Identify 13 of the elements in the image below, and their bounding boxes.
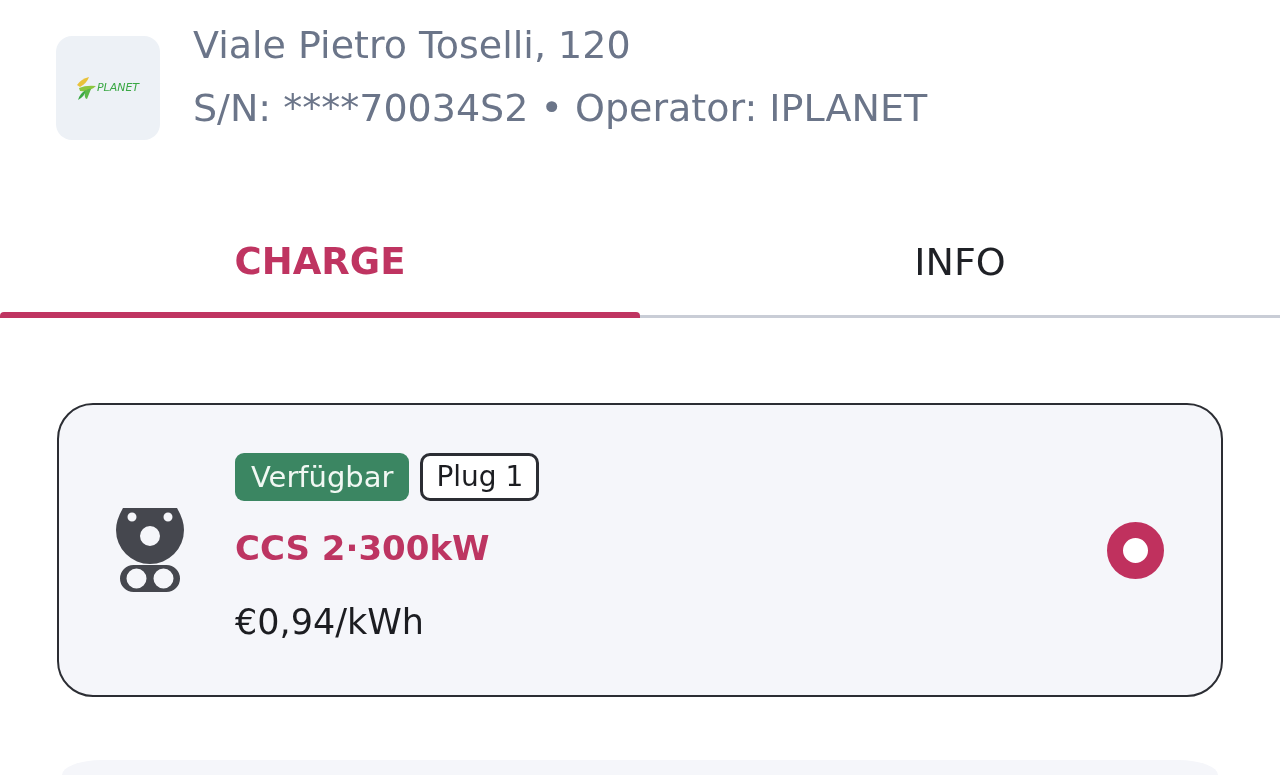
tab[interactable]: INFO bbox=[640, 198, 1280, 318]
connector-price: €0,94/kWh bbox=[235, 600, 425, 644]
station-details: S/N: ****70034S2 • Operator: IPLANET bbox=[193, 85, 928, 132]
tab[interactable]: CHARGE bbox=[0, 198, 640, 318]
connector-name: CCS 2·300kW bbox=[235, 526, 490, 570]
connector-card[interactable]: Verfügbar Plug 1 CCS 2·300kW €0,94/kWh bbox=[57, 403, 1223, 697]
logo-text: PLANET bbox=[96, 81, 140, 95]
plug-badge: Plug 1 bbox=[420, 452, 540, 501]
leaf-logo-icon bbox=[76, 76, 96, 100]
status-badge: Verfügbar bbox=[235, 452, 410, 501]
station-address: Viale Pietro Toselli, 120 bbox=[193, 22, 632, 69]
radio-button[interactable] bbox=[1107, 521, 1164, 579]
ccs-plug-icon bbox=[116, 508, 184, 592]
